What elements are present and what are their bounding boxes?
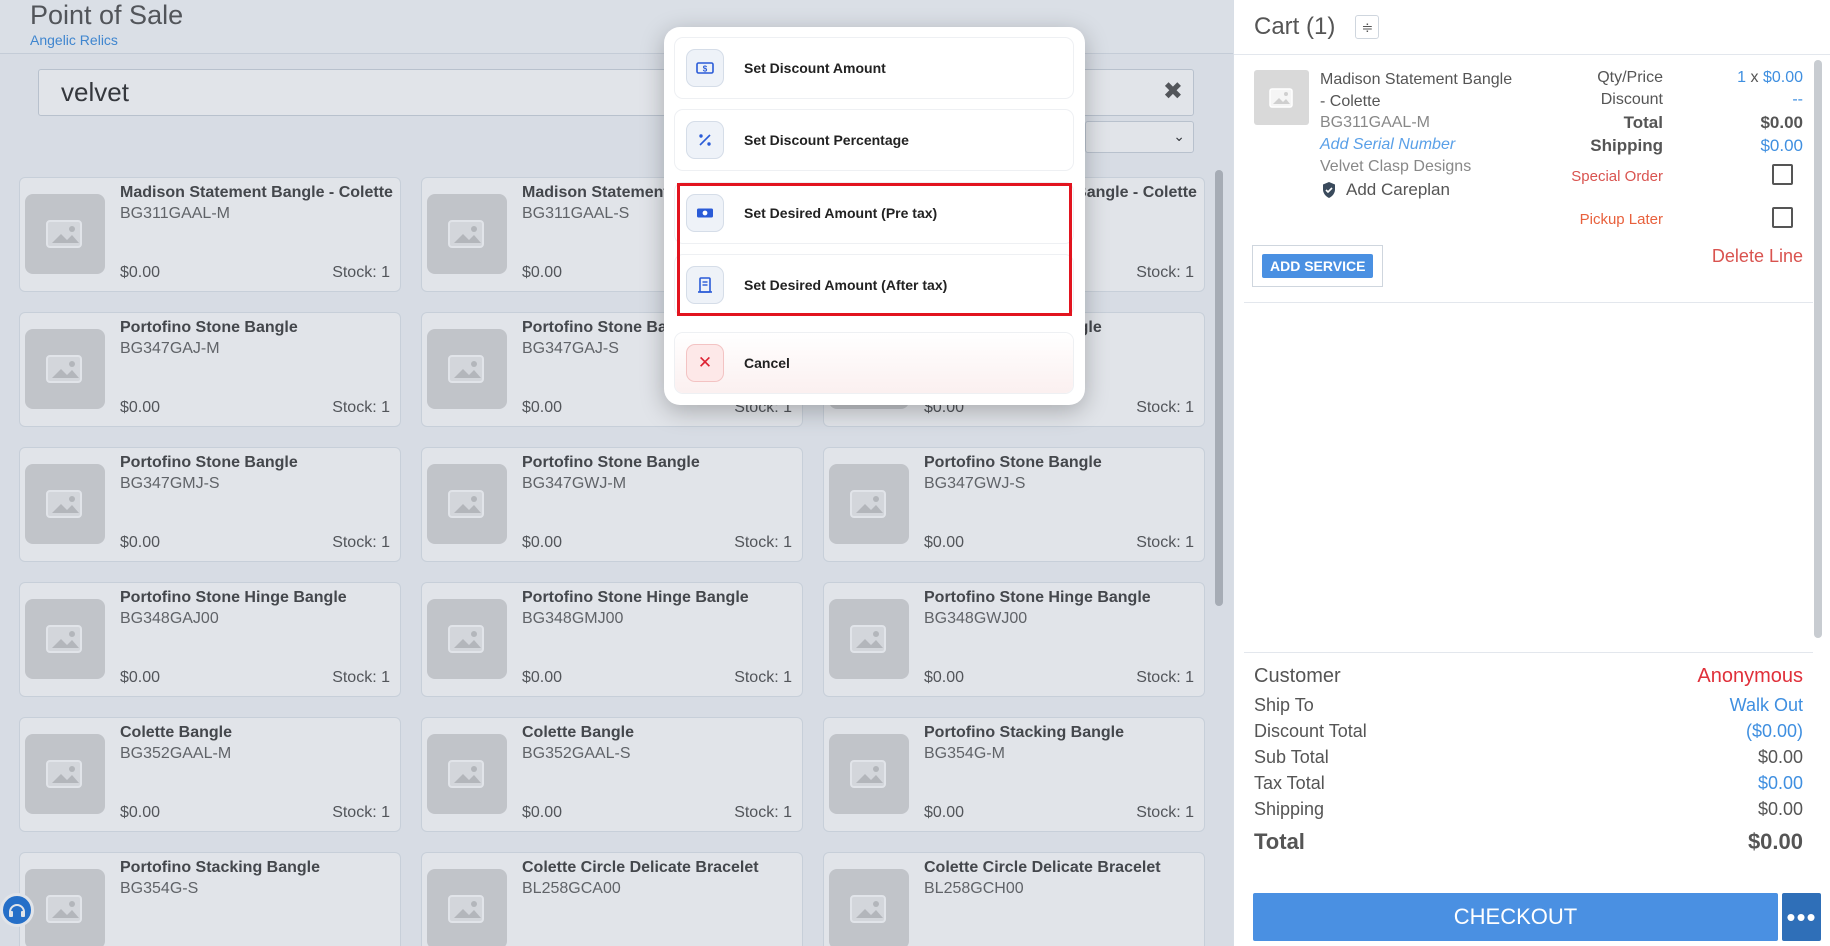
ship-to-row: Ship To Walk Out — [1254, 695, 1803, 721]
action-label: Set Discount Amount — [744, 60, 886, 76]
order-summary: Customer Anonymous Ship To Walk Out Disc… — [1244, 652, 1813, 861]
sub-total-value: $0.00 — [1757, 747, 1803, 767]
discount-value[interactable]: -- — [1792, 91, 1803, 109]
total-label: Total — [1623, 113, 1663, 132]
action-label: Set Discount Percentage — [744, 132, 909, 148]
discount-total-value[interactable]: ($0.00) — [1746, 721, 1803, 742]
qty-price-row: Qty/Price 1 x $0.00 — [1244, 69, 1813, 89]
pickup-later-label: Pickup Later — [1579, 211, 1663, 228]
close-icon: ✕ — [686, 344, 724, 382]
receipt-icon — [686, 266, 724, 304]
cart-line-item: Madison Statement Bangle - Colette BG311… — [1244, 58, 1813, 303]
qty-value: 1 — [1737, 69, 1747, 86]
shipping-row: Shipping $0.00 — [1244, 136, 1813, 158]
money-icon: $ — [686, 49, 724, 87]
qty-price-label: Qty/Price — [1597, 69, 1663, 86]
action-label: Set Desired Amount (After tax) — [744, 277, 948, 293]
set-desired-amount-after-tax-button[interactable]: Set Desired Amount (After tax) — [675, 255, 1073, 315]
discount-row: Discount -- — [1244, 91, 1813, 111]
tax-total-row: Tax Total $0.00 — [1254, 773, 1803, 799]
cart-header: Cart (1) ≑ — [1234, 0, 1830, 55]
percent-icon — [686, 121, 724, 159]
ship-to-label: Ship To — [1254, 695, 1314, 715]
discount-total-row: Discount Total ($0.00) — [1254, 721, 1803, 747]
cart-title: Cart (1) — [1254, 13, 1336, 40]
set-desired-amount-pre-tax-button[interactable]: Set Desired Amount (Pre tax) — [675, 183, 1073, 243]
discount-total-label: Discount Total — [1254, 721, 1367, 741]
collapse-icon[interactable]: ≑ — [1355, 15, 1380, 39]
set-discount-amount-button[interactable]: $ Set Discount Amount — [675, 38, 1073, 98]
svg-text:$: $ — [703, 65, 708, 74]
cash-icon — [686, 194, 724, 232]
pickup-later-checkbox[interactable] — [1772, 207, 1793, 228]
qty-price-value[interactable]: 1 x $0.00 — [1737, 69, 1803, 87]
add-service-label: ADD SERVICE — [1262, 254, 1374, 278]
shipping-total-row: Shipping $0.00 — [1254, 799, 1803, 825]
customer-label: Customer — [1254, 665, 1341, 687]
total-row: Total $0.00 — [1244, 113, 1813, 135]
sub-total-label: Sub Total — [1254, 747, 1329, 767]
cancel-label: Cancel — [744, 355, 790, 371]
ship-to-value[interactable]: Walk Out — [1730, 695, 1803, 716]
discount-action-modal: $ Set Discount Amount Set Discount Perce… — [664, 27, 1085, 405]
grand-total-label: Total — [1254, 829, 1305, 854]
shipping-total-label: Shipping — [1254, 799, 1325, 819]
checkout-button[interactable]: CHECKOUT — [1253, 893, 1778, 941]
shipping-value[interactable]: $0.00 — [1760, 136, 1803, 156]
customer-value[interactable]: Anonymous — [1697, 665, 1803, 688]
cart-panel: Cart (1) ≑ Madison Statement Bangle - Co… — [1233, 0, 1830, 946]
tax-total-value[interactable]: $0.00 — [1758, 773, 1803, 794]
cart-scrollbar[interactable] — [1814, 60, 1822, 638]
discount-label: Discount — [1600, 91, 1663, 108]
action-label: Set Desired Amount (Pre tax) — [744, 205, 938, 221]
sub-total-row: Sub Total $0.00 — [1254, 747, 1803, 773]
shipping-label: Shipping — [1590, 136, 1663, 155]
pickup-later-row: Pickup Later — [1244, 207, 1813, 235]
delete-line-link[interactable]: Delete Line — [1712, 246, 1803, 267]
special-order-label: Special Order — [1571, 168, 1663, 185]
qty-sep: x — [1750, 69, 1759, 86]
grand-total-value: $0.00 — [1747, 829, 1803, 854]
tax-total-label: Tax Total — [1254, 773, 1325, 793]
total-value: $0.00 — [1760, 113, 1803, 132]
customer-row: Customer Anonymous — [1254, 665, 1803, 695]
special-order-row: Special Order — [1244, 164, 1813, 192]
shipping-total-value: $0.00 — [1757, 799, 1803, 819]
unit-price: $0.00 — [1762, 69, 1803, 86]
special-order-checkbox[interactable] — [1772, 164, 1793, 185]
set-discount-percentage-button[interactable]: Set Discount Percentage — [675, 110, 1073, 170]
add-service-button[interactable]: ADD SERVICE — [1252, 245, 1384, 287]
more-options-button[interactable]: ••• — [1782, 893, 1821, 941]
cancel-button[interactable]: ✕ Cancel — [675, 333, 1073, 393]
grand-total-row: Total $0.00 — [1254, 829, 1803, 861]
